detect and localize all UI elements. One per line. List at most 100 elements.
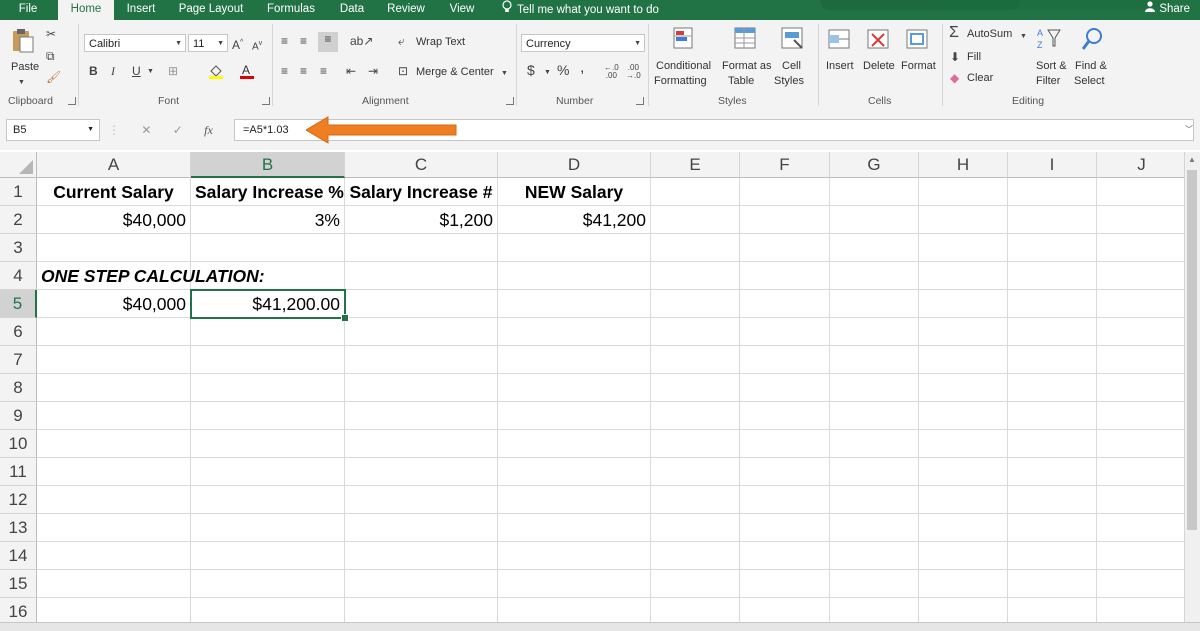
cell-a4[interactable]: ONE STEP CALCULATION:: [37, 262, 265, 290]
tab-home[interactable]: Home: [58, 0, 114, 22]
tab-insert[interactable]: Insert: [118, 0, 164, 20]
cell-c1[interactable]: Salary Increase #: [345, 178, 498, 206]
comma-style-button[interactable]: ,: [580, 60, 584, 76]
tab-formulas[interactable]: Formulas: [258, 0, 324, 20]
chevron-down-icon[interactable]: ▼: [147, 65, 154, 79]
cell-b5-selected[interactable]: $41,200.00: [190, 289, 346, 319]
dialog-launcher-icon[interactable]: [262, 97, 270, 105]
column-header-h[interactable]: H: [919, 152, 1008, 178]
align-center-icon[interactable]: ≡: [300, 64, 307, 78]
scrollbar-thumb[interactable]: [1187, 170, 1197, 530]
dialog-launcher-icon[interactable]: [68, 97, 76, 105]
tab-file[interactable]: File: [8, 0, 48, 20]
accounting-format-button[interactable]: $: [527, 63, 535, 77]
wrap-text-button[interactable]: Wrap Text: [416, 36, 465, 48]
chevron-down-icon[interactable]: ▼: [501, 67, 508, 81]
row-header-12[interactable]: 12: [0, 486, 37, 514]
decrease-font-icon[interactable]: Av: [252, 37, 262, 54]
row-header-11[interactable]: 11: [0, 458, 37, 486]
expand-formula-icon[interactable]: ﹀: [1185, 124, 1193, 135]
percent-style-button[interactable]: %: [557, 63, 569, 77]
increase-indent-icon[interactable]: ⇥: [368, 64, 378, 78]
cut-icon[interactable]: ✂: [46, 27, 56, 41]
chevron-down-icon[interactable]: ▼: [1020, 30, 1027, 44]
insert-function-button[interactable]: fx: [204, 123, 213, 137]
cell-a1[interactable]: Current Salary: [37, 178, 191, 206]
number-format-select[interactable]: Currency ▼: [521, 34, 645, 52]
cell-d1[interactable]: NEW Salary: [498, 178, 651, 206]
cell-b2[interactable]: 3%: [191, 206, 345, 234]
format-painter-icon[interactable]: 🖌: [46, 70, 61, 84]
column-header-f[interactable]: F: [740, 152, 830, 178]
dialog-launcher-icon[interactable]: [636, 97, 644, 105]
font-name-select[interactable]: Calibri ▼: [84, 34, 186, 52]
row-header-8[interactable]: 8: [0, 374, 37, 402]
fill-button[interactable]: Fill: [967, 51, 981, 63]
cell-styles-button[interactable]: Cell: [782, 60, 801, 72]
insert-cells-button[interactable]: Insert: [826, 60, 854, 72]
row-header-9[interactable]: 9: [0, 402, 37, 430]
conditional-formatting-button[interactable]: Conditional: [656, 60, 711, 72]
paste-button[interactable]: Paste: [11, 61, 39, 73]
decrease-decimal-icon[interactable]: .00 →.0: [626, 64, 641, 80]
cell-a5[interactable]: $40,000: [37, 290, 191, 318]
cell-c2[interactable]: $1,200: [345, 206, 498, 234]
fill-color-icon[interactable]: [208, 63, 224, 82]
tab-page-layout[interactable]: Page Layout: [170, 0, 252, 20]
font-color-icon[interactable]: A: [240, 63, 254, 82]
increase-font-icon[interactable]: A^: [232, 36, 243, 52]
cancel-icon[interactable]: ✕: [141, 123, 151, 137]
copy-icon[interactable]: ⧉: [46, 49, 55, 63]
vertical-scrollbar[interactable]: ▲: [1184, 152, 1200, 630]
chevron-down-icon[interactable]: ▼: [544, 66, 551, 80]
column-header-e[interactable]: E: [651, 152, 740, 178]
row-header-13[interactable]: 13: [0, 514, 37, 542]
bold-button[interactable]: B: [89, 64, 98, 78]
column-header-g[interactable]: G: [830, 152, 919, 178]
row-header-4[interactable]: 4: [0, 262, 37, 290]
orientation-icon[interactable]: ab↗: [350, 34, 373, 48]
underline-button[interactable]: U: [132, 64, 141, 78]
fill-handle[interactable]: [341, 314, 349, 322]
cell-b1[interactable]: Salary Increase %: [191, 178, 345, 206]
decrease-indent-icon[interactable]: ⇤: [346, 64, 356, 78]
column-header-b[interactable]: B: [191, 152, 345, 178]
tell-me-search[interactable]: Tell me what you want to do: [502, 0, 659, 20]
font-size-select[interactable]: 11 ▼: [188, 34, 228, 52]
row-header-14[interactable]: 14: [0, 542, 37, 570]
column-header-a[interactable]: A: [37, 152, 191, 178]
autosum-button[interactable]: AutoSum: [967, 28, 1012, 40]
chevron-down-icon[interactable]: ▼: [18, 76, 25, 90]
row-header-3[interactable]: 3: [0, 234, 37, 262]
cell-d2[interactable]: $41,200: [498, 206, 651, 234]
align-top-icon[interactable]: ≡: [281, 34, 288, 48]
align-middle-icon[interactable]: ≡: [300, 34, 307, 48]
align-left-icon[interactable]: ≡: [281, 64, 288, 78]
borders-icon[interactable]: ⊞: [168, 64, 178, 78]
column-header-j[interactable]: J: [1097, 152, 1184, 178]
row-header-15[interactable]: 15: [0, 570, 37, 598]
align-bottom-icon[interactable]: ≡: [318, 32, 338, 52]
format-cells-button[interactable]: Format: [901, 60, 936, 72]
share-button[interactable]: Share: [1144, 0, 1190, 20]
select-all-button[interactable]: [0, 152, 37, 178]
name-box[interactable]: B5 ▼: [6, 119, 100, 141]
tab-review[interactable]: Review: [380, 0, 432, 20]
find-select-button[interactable]: Find &: [1075, 60, 1107, 72]
paste-icon[interactable]: [10, 28, 36, 54]
row-header-2[interactable]: 2: [0, 206, 37, 234]
enter-icon[interactable]: ✓: [173, 123, 183, 137]
row-header-10[interactable]: 10: [0, 430, 37, 458]
tab-view[interactable]: View: [442, 0, 482, 20]
column-header-i[interactable]: I: [1008, 152, 1097, 178]
delete-cells-button[interactable]: Delete: [863, 60, 895, 72]
column-header-d[interactable]: D: [498, 152, 651, 178]
row-header-5[interactable]: 5: [0, 290, 37, 318]
sort-filter-button[interactable]: Sort &: [1036, 60, 1067, 72]
row-header-1[interactable]: 1: [0, 178, 37, 206]
increase-decimal-icon[interactable]: ←.0.00: [604, 64, 619, 80]
tab-data[interactable]: Data: [332, 0, 372, 20]
clear-button[interactable]: Clear: [967, 72, 993, 84]
scroll-up-icon[interactable]: ▲: [1188, 155, 1196, 164]
column-header-c[interactable]: C: [345, 152, 498, 178]
